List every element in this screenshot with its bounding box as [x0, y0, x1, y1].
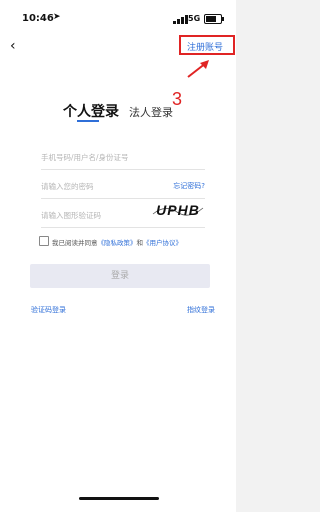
- sms-code-login-link[interactable]: 验证码登录: [31, 305, 66, 315]
- signal-icon: [173, 14, 189, 24]
- captcha-input[interactable]: [41, 208, 151, 222]
- captcha-text: UPHB: [156, 202, 200, 218]
- tab-corporate-login[interactable]: 法人登录: [129, 104, 173, 120]
- agreement-text: 我已阅读并同意《隐私政策》和《用户协议》: [52, 237, 182, 247]
- location-arrow-icon: ➤: [53, 12, 61, 22]
- password-input[interactable]: [41, 179, 151, 193]
- privacy-policy-link[interactable]: 《隐私政策》: [98, 239, 137, 247]
- network-type: 5G: [188, 14, 201, 23]
- login-button[interactable]: 登录: [30, 264, 210, 288]
- agreement-checkbox[interactable]: [39, 236, 49, 246]
- back-button[interactable]: ‹: [10, 38, 16, 54]
- annotation-arrow-icon: [187, 60, 209, 78]
- forgot-password-link[interactable]: 忘记密码?: [173, 181, 205, 191]
- agreement-prefix: 我已阅读并同意: [52, 239, 98, 247]
- username-field: [41, 147, 205, 170]
- password-field: 忘记密码?: [41, 176, 205, 199]
- tab-personal-login[interactable]: 个人登录: [63, 101, 119, 121]
- active-tab-indicator: [77, 120, 99, 122]
- home-indicator: [79, 497, 159, 500]
- status-time: 10:46: [22, 13, 54, 24]
- battery-level-fill: [206, 16, 217, 22]
- fingerprint-login-link[interactable]: 指纹登录: [187, 305, 215, 315]
- captcha-field: UPHB: [41, 202, 205, 228]
- battery-icon: [204, 14, 224, 24]
- user-agreement-link[interactable]: 《用户协议》: [143, 239, 182, 247]
- status-bar: 10:46 ➤ 5G: [0, 12, 236, 28]
- phone-screen: 10:46 ➤ 5G ‹ 注册账号 3 个人登录 法人登录 忘记密码?: [0, 0, 236, 512]
- annotation-step-number: 3: [172, 89, 183, 109]
- captcha-image[interactable]: UPHB: [151, 200, 205, 220]
- username-input[interactable]: [41, 150, 151, 164]
- annotation-highlight-box: [179, 35, 235, 55]
